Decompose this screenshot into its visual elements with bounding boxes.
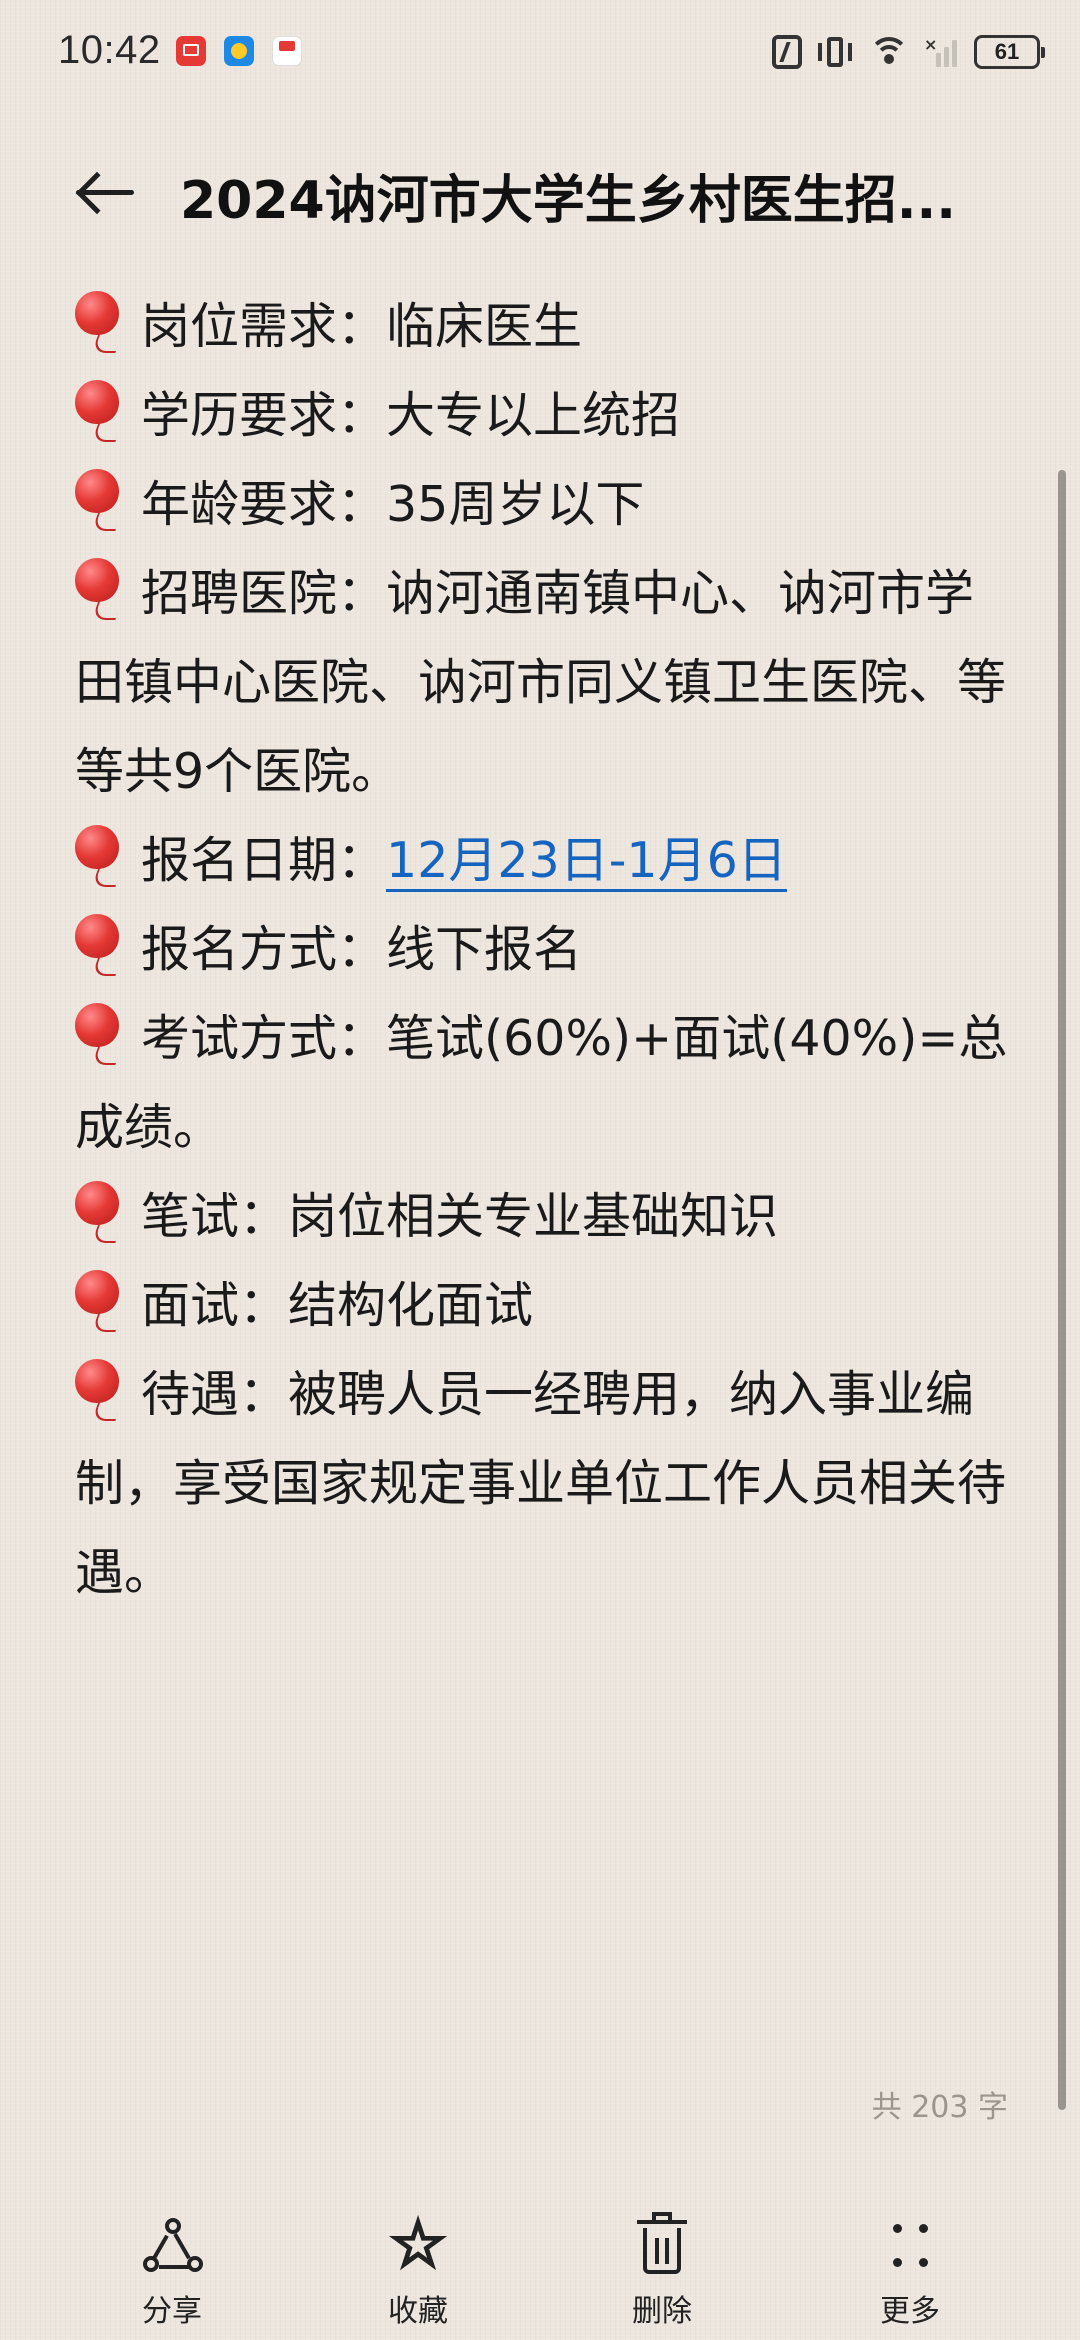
status-icons: × 61 [772, 30, 1045, 74]
paragraph-registration-date: 报名日期：12月23日-1月6日 [75, 816, 1015, 905]
scrollbar[interactable] [1058, 470, 1066, 2110]
paragraph-registration-method: 报名方式：线下报名 [75, 905, 1015, 994]
app-header: 2024讷河市大学生乡村医生招... [0, 140, 1080, 250]
bottom-toolbar: 分享 ☆ 收藏 删除 更多 [0, 2190, 1080, 2340]
paragraph-age: 年龄要求：35周岁以下 [75, 460, 1015, 549]
more-label: 更多 [880, 2294, 940, 2329]
weather-app-icon [224, 36, 254, 66]
notification-app-icon [176, 36, 206, 66]
share-button[interactable]: 分享 [92, 2210, 252, 2330]
delete-button[interactable]: 删除 [582, 2210, 742, 2330]
paragraph-text: 面试：结构化面试 [141, 1277, 534, 1334]
paragraph-text: 年龄要求：35周岁以下 [141, 476, 645, 533]
paragraph-interview: 面试：结构化面试 [75, 1261, 1015, 1350]
status-bar: 10:42 × 61 [0, 0, 1080, 110]
red-balloon-icon [75, 825, 123, 887]
paragraph-label: 报名日期： [141, 832, 387, 889]
paragraph-position: 岗位需求：临床医生 [75, 282, 1015, 371]
red-balloon-icon [75, 1003, 123, 1065]
red-balloon-icon [75, 914, 123, 976]
calendar-app-icon [272, 36, 302, 66]
word-count: 共 203 字 [871, 2090, 1008, 2125]
share-icon [137, 2210, 207, 2280]
paragraph-hospitals: 招聘医院：讷河通南镇中心、讷河市学田镇中心医院、讷河市同义镇卫生医院、等等共9个… [75, 549, 1015, 816]
paragraph-exam-method: 考试方式：笔试(60%)+面试(40%)=总成绩。 [75, 994, 1015, 1172]
back-button[interactable] [70, 162, 140, 222]
red-balloon-icon [75, 558, 123, 620]
paragraph-text: 笔试：岗位相关专业基础知识 [141, 1188, 779, 1245]
share-label: 分享 [142, 2294, 202, 2329]
paragraph-text: 招聘医院：讷河通南镇中心、讷河市学田镇中心医院、讷河市同义镇卫生医院、等等共9个… [75, 565, 1007, 800]
red-balloon-icon [75, 469, 123, 531]
red-balloon-icon [75, 380, 123, 442]
paragraph-education: 学历要求：大专以上统招 [75, 371, 1015, 460]
note-title: 2024讷河市大学生乡村医生招... [180, 171, 956, 231]
more-icon [875, 2210, 945, 2280]
paragraph-written-exam: 笔试：岗位相关专业基础知识 [75, 1172, 1015, 1261]
paragraph-text: 学历要求：大专以上统招 [141, 387, 681, 444]
paragraph-benefits: 待遇：被聘人员一经聘用，纳入事业编制，享受国家规定事业单位工作人员相关待遇。 [75, 1350, 1015, 1617]
trash-icon [627, 2210, 697, 2280]
favorite-button[interactable]: ☆ 收藏 [338, 2208, 498, 2330]
vibrate-icon [816, 35, 854, 69]
paragraph-text: 待遇：被聘人员一经聘用，纳入事业编制，享受国家规定事业单位工作人员相关待遇。 [75, 1366, 1007, 1601]
favorite-label: 收藏 [388, 2294, 448, 2329]
cellular-signal-icon: × [924, 35, 960, 69]
red-balloon-icon [75, 1359, 123, 1421]
red-balloon-icon [75, 291, 123, 353]
more-button[interactable]: 更多 [830, 2210, 990, 2330]
paragraph-text: 考试方式：笔试(60%)+面试(40%)=总成绩。 [75, 1010, 1008, 1156]
note-body[interactable]: 岗位需求：临床医生 学历要求：大专以上统招 年龄要求：35周岁以下 招聘医院：讷… [75, 282, 1015, 1617]
battery-icon: 61 [974, 35, 1045, 69]
paragraph-text: 岗位需求：临床医生 [141, 298, 583, 355]
delete-label: 删除 [632, 2294, 692, 2329]
date-link[interactable]: 12月23日-1月6日 [386, 832, 787, 892]
paragraph-text: 报名方式：线下报名 [141, 921, 583, 978]
wifi-icon [868, 35, 910, 69]
red-balloon-icon [75, 1270, 123, 1332]
nfc-icon [772, 35, 802, 69]
red-balloon-icon [75, 1181, 123, 1243]
star-icon: ☆ [388, 2208, 448, 2282]
status-time: 10:42 [58, 28, 161, 72]
